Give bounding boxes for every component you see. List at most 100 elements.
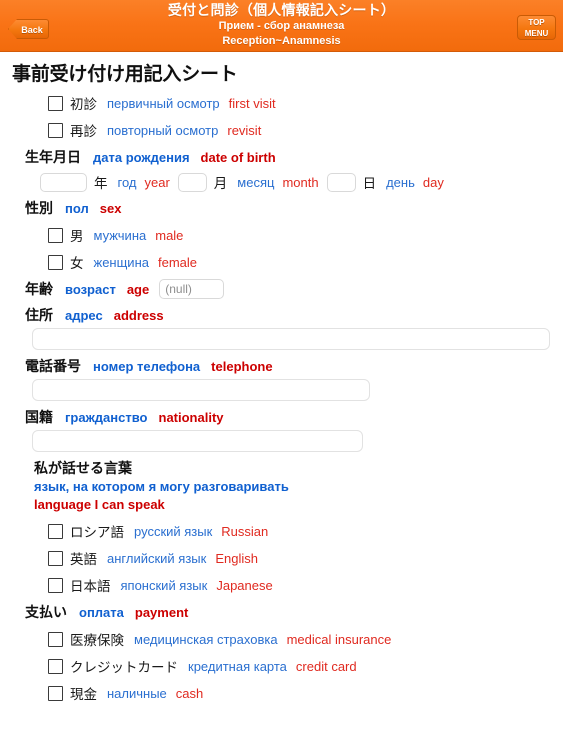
section-label-russian: пол [65,201,89,216]
checkbox-first-visit[interactable] [48,95,63,111]
checkbox-label-english: female [157,254,198,270]
checkbox-row-medical-insurance[interactable]: 医療保険 медицинская страховка medical insur… [48,629,553,649]
section-label-japanese: 住所 [25,307,53,323]
checkbox-label-japanese: 医療保険 [70,633,124,648]
checkbox-label-english: cash [175,685,204,701]
checkbox-label-russian: английский язык [107,550,207,566]
checkbox-label-russian: русский язык [134,523,213,539]
checkbox-row-revisit[interactable]: 再診 повторный осмотр revisit [48,120,553,140]
checkbox-label-english: revisit [227,122,262,138]
birth-month-input[interactable] [177,172,207,192]
checkbox-label-english: Russian [221,523,269,539]
address-input[interactable] [32,328,550,350]
telephone-input[interactable] [32,379,370,401]
checkbox-row-english[interactable]: 英語 английский язык English [48,548,553,568]
checkbox-label-russian: повторный осмотр [107,122,219,138]
section-label-japanese: 支払い [25,604,67,620]
checkbox-label-english: first visit [228,95,276,111]
birth-year-unit-japanese: 年 [94,176,108,191]
checkbox-male[interactable] [48,227,63,243]
section-label-english: language I can speak [34,497,165,512]
checkbox-label-japanese: 現金 [70,687,97,702]
form-content: 事前受け付け用記入シート 初診 первичный осмотр first v… [0,59,563,703]
checkbox-language-japanese[interactable] [48,577,63,593]
checkbox-row-credit-card[interactable]: クレジットカード кредитная карта credit card [48,656,553,676]
checkbox-row-female[interactable]: 女 женщина female [48,252,553,272]
checkbox-row-russian[interactable]: ロシア語 русский язык Russian [48,521,553,541]
birth-day-input[interactable] [326,172,356,192]
top-menu-label-line2: MENU [524,29,549,38]
section-label-japanese: 電話番号 [25,358,81,374]
checkbox-row-cash[interactable]: 現金 наличные cash [48,683,553,703]
checkbox-label-japanese: 初診 [70,97,97,112]
section-label-japanese: 年齢 [25,281,53,297]
birth-day-unit-english: day [422,174,444,190]
section-label-nationality: 国籍 гражданство nationality [25,407,553,427]
checkbox-label-japanese: 男 [70,229,84,244]
checkbox-medical-insurance[interactable] [48,631,63,647]
section-label-date-of-birth: 生年月日 дата рождения date of birth [25,147,553,167]
section-label-sex: 性別 пол sex [25,198,553,218]
app-header: Back 受付と問診（個人情報記入シート） Прием - сбор анамн… [0,0,563,52]
section-label-russian: язык, на котором я могу разговаривать [34,479,289,494]
header-title-english: Reception~Anamnesis [222,35,341,47]
checkbox-cash[interactable] [48,685,63,701]
checkbox-female[interactable] [48,254,63,270]
section-label-english: nationality [158,410,224,425]
age-input[interactable] [159,279,225,299]
birth-year-unit-english: year [144,174,170,190]
date-of-birth-row: 年 год year 月 месяц month 日 день day [40,172,553,192]
birth-day-unit-japanese: 日 [362,176,377,191]
birth-month-unit-russian: месяц [237,174,275,190]
checkbox-language-english[interactable] [48,550,63,566]
checkbox-label-russian: мужчина [93,227,147,243]
checkbox-language-russian[interactable] [48,523,63,539]
checkbox-label-russian: японский язык [120,577,208,593]
checkbox-label-english: Japanese [216,577,273,593]
section-label-english: telephone [211,359,273,374]
age-row: 年齢 возраст age [25,279,553,299]
birth-month-unit-english: month [282,174,319,190]
checkbox-label-russian: женщина [93,254,149,270]
section-label-russian: номер телефона [93,359,201,374]
checkbox-label-japanese: 再診 [70,124,97,139]
section-label-address: 住所 адрес address [25,305,553,325]
section-label-russian: дата рождения [93,150,190,165]
birth-day-unit-russian: день [386,174,415,190]
section-label-japanese: 性別 [25,200,53,216]
checkbox-label-japanese: クレジットカード [70,660,178,675]
checkbox-revisit[interactable] [48,122,63,138]
checkbox-label-english: English [215,550,258,566]
section-label-english: date of birth [200,150,276,165]
checkbox-label-japanese: 女 [70,256,84,271]
checkbox-label-russian: кредитная карта [188,658,287,674]
section-label-english: address [113,308,164,323]
section-label-russian: гражданство [65,410,148,425]
checkbox-credit-card[interactable] [48,658,63,674]
header-title-japanese: 受付と問診（個人情報記入シート） [167,2,396,18]
section-label-japanese: 生年月日 [25,149,81,165]
checkbox-label-russian: наличные [107,685,167,701]
section-label-japanese: 私が話せる言葉 [34,460,132,476]
birth-month-unit-japanese: 月 [213,176,228,191]
checkbox-label-russian: медицинская страховка [134,631,278,647]
header-title-block: 受付と問診（個人情報記入シート） Прием - сбор анамнеза R… [0,2,563,49]
page-title: 事前受け付け用記入シート [12,64,238,85]
top-menu-button[interactable]: TOP MENU [517,15,556,40]
section-label-english: age [126,281,150,297]
header-title-russian: Прием - сбор анамнеза [218,20,345,32]
section-label-telephone: 電話番号 номер телефона telephone [25,356,553,376]
section-label-russian: возраст [65,281,116,297]
section-label-payment: 支払い оплата payment [25,602,553,622]
checkbox-row-first-visit[interactable]: 初診 первичный осмотр first visit [48,93,553,113]
birth-year-input[interactable] [40,172,87,192]
section-label-english: sex [99,201,122,216]
checkbox-label-english: male [155,227,184,243]
section-label-russian: адрес [65,308,103,323]
checkbox-row-japanese[interactable]: 日本語 японский язык Japanese [48,575,553,595]
checkbox-row-male[interactable]: 男 мужчина male [48,225,553,245]
checkbox-label-english: credit card [295,658,357,674]
nationality-input[interactable] [32,430,363,452]
checkbox-label-japanese: 英語 [70,552,97,567]
top-menu-label-line1: TOP [528,18,545,27]
